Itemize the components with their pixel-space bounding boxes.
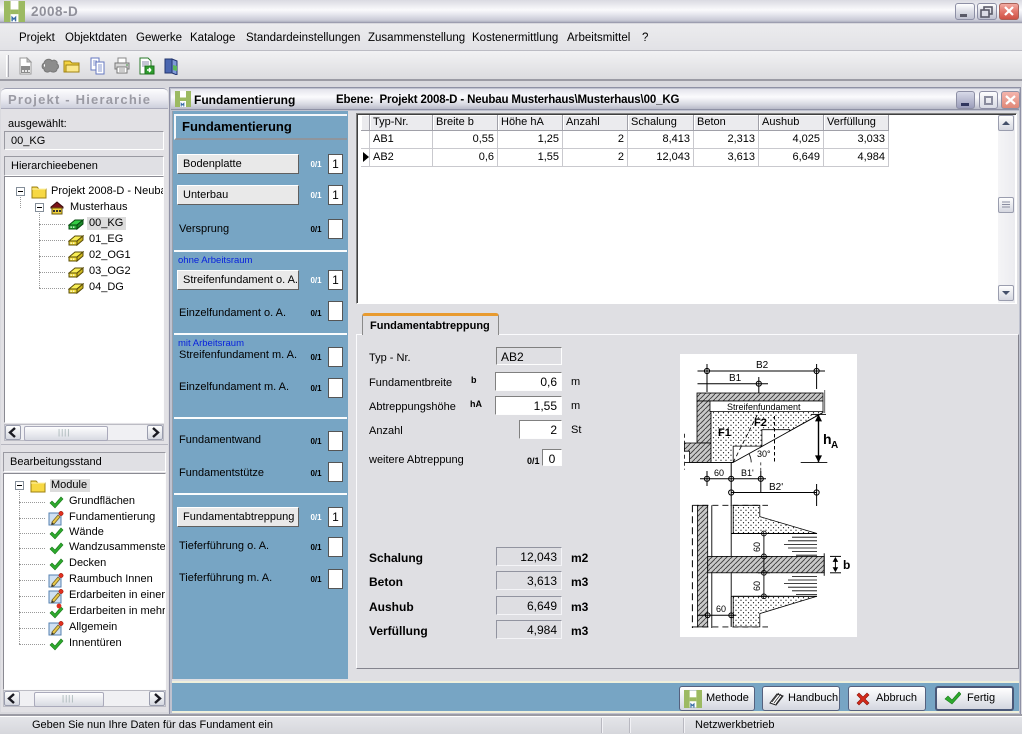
svg-text:Streifenfundament: Streifenfundament xyxy=(727,402,801,412)
svg-text:A: A xyxy=(831,440,838,451)
svg-text:B1: B1 xyxy=(729,373,742,384)
svg-text:F2: F2 xyxy=(754,417,767,429)
svg-text:F1: F1 xyxy=(718,427,731,439)
svg-text:60: 60 xyxy=(752,581,762,591)
svg-text:b: b xyxy=(843,558,850,572)
svg-text:60: 60 xyxy=(714,468,724,478)
svg-text:B2': B2' xyxy=(769,482,783,493)
svg-text:B1': B1' xyxy=(741,468,754,478)
svg-text:30°: 30° xyxy=(757,449,771,459)
svg-text:B2: B2 xyxy=(756,360,769,371)
svg-text:60: 60 xyxy=(752,542,762,552)
svg-text:60: 60 xyxy=(716,604,726,614)
